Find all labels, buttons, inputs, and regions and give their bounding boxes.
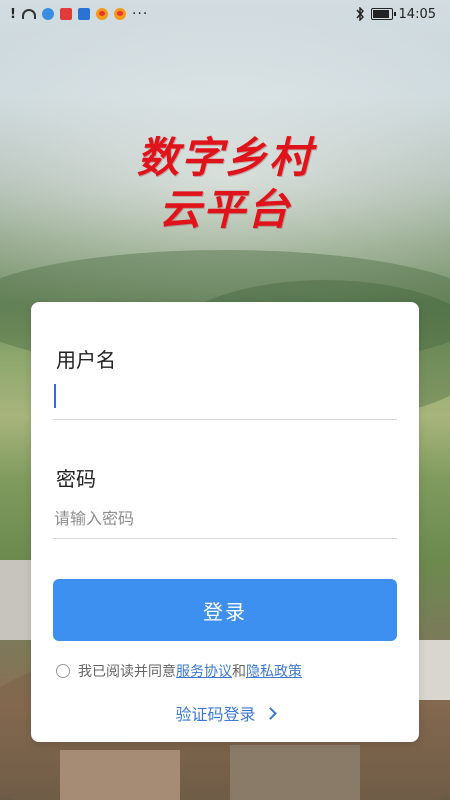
mail-icon bbox=[77, 8, 90, 20]
app-title-line1: 数字乡村 bbox=[136, 133, 313, 182]
chevron-right-icon bbox=[263, 706, 277, 720]
more-notifications: ··· bbox=[131, 6, 149, 22]
clock: 14:05 bbox=[398, 6, 436, 22]
weibo-icon-2 bbox=[113, 8, 126, 20]
agreement-row: 我已阅读并同意 服务协议 和 隐私政策 bbox=[56, 661, 302, 681]
battery-icon bbox=[370, 8, 396, 20]
wifi-icon bbox=[21, 9, 36, 19]
privacy-policy-link[interactable]: 隐私政策 bbox=[246, 661, 302, 681]
agreement-and-text: 和 bbox=[232, 664, 246, 680]
status-bar-right: 14:05 bbox=[355, 7, 436, 22]
login-card: 用户名 密码 登录 我已阅读并同意 服务协议 和 隐私政策 验证码登录 bbox=[31, 302, 419, 742]
app-title-line2: 云平台 bbox=[158, 185, 291, 234]
agreement-checkbox[interactable] bbox=[56, 664, 70, 678]
text-cursor bbox=[54, 384, 56, 408]
username-label: 用户名 bbox=[56, 348, 116, 372]
status-bar-left: ! ··· bbox=[10, 6, 148, 22]
agreement-text: 我已阅读并同意 bbox=[78, 664, 176, 680]
notification-alert-icon: ! bbox=[10, 6, 16, 22]
app-notification-icon bbox=[59, 8, 72, 20]
password-input[interactable] bbox=[53, 499, 397, 539]
password-label: 密码 bbox=[56, 467, 96, 491]
sms-code-login-link[interactable]: 验证码登录 bbox=[31, 701, 419, 725]
app-title: 数字乡村 云平台 bbox=[0, 132, 450, 236]
sms-code-login-label: 验证码登录 bbox=[175, 705, 256, 724]
weibo-icon bbox=[95, 8, 108, 20]
login-button[interactable]: 登录 bbox=[53, 579, 397, 641]
bluetooth-icon bbox=[355, 7, 364, 21]
browser-icon bbox=[41, 8, 54, 20]
status-bar: ! ··· 14:05 bbox=[0, 0, 450, 28]
service-agreement-link[interactable]: 服务协议 bbox=[176, 661, 232, 681]
username-input[interactable] bbox=[53, 380, 397, 420]
